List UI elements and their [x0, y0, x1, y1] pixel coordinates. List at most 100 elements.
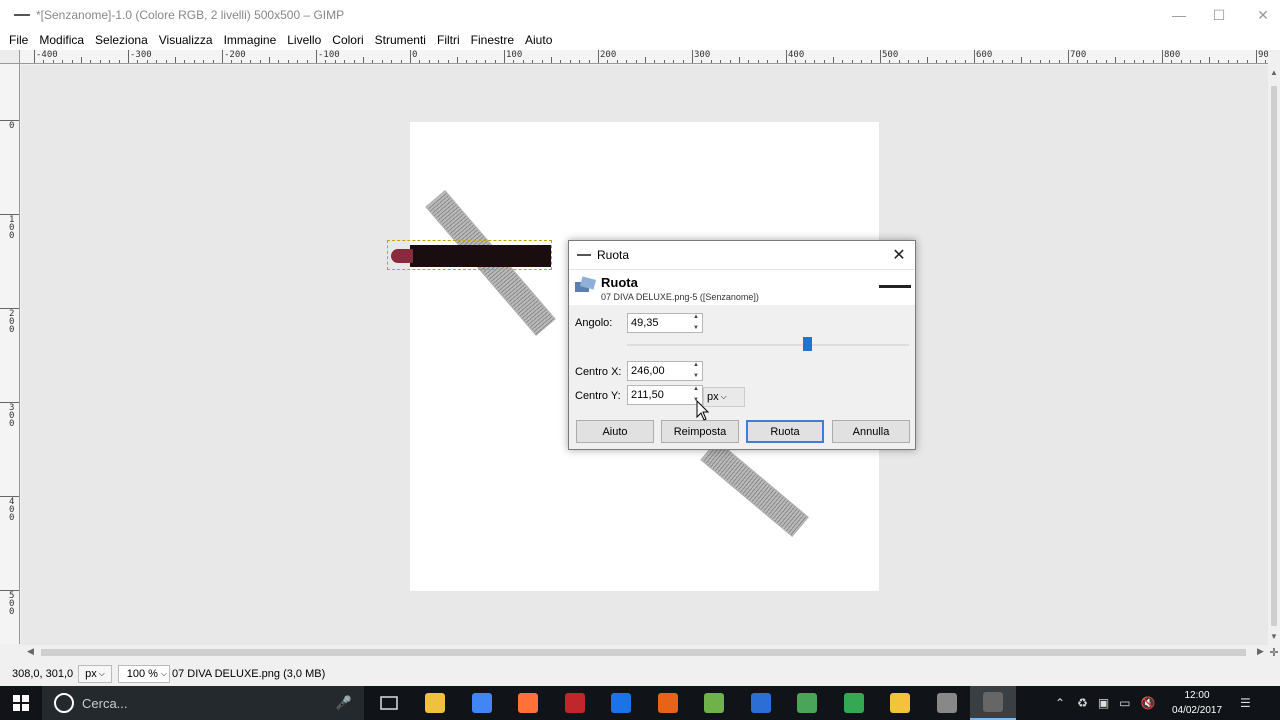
ruler-label: 500 — [9, 591, 15, 617]
maximize-button[interactable]: ☐ — [1196, 0, 1242, 30]
window-menu-icon[interactable] — [14, 14, 30, 16]
taskbar-app-gimp[interactable] — [970, 686, 1016, 720]
ruler-minor-tick — [814, 60, 816, 63]
scroll-right-icon[interactable]: ▶ — [1257, 646, 1264, 657]
angle-slider-handle[interactable] — [802, 337, 812, 351]
action-center-icon[interactable]: ☰ — [1240, 686, 1264, 720]
reset-button[interactable]: Reimposta — [661, 420, 739, 443]
microphone-icon[interactable]: 🎤 — [336, 695, 352, 711]
zoom-value: 100 % — [126, 668, 158, 680]
ruler-minor-tick — [851, 60, 853, 63]
menu-aiuto[interactable]: Aiuto — [525, 33, 552, 47]
ruler-minor-tick — [1265, 60, 1267, 63]
taskbar-search[interactable]: Cerca... 🎤 — [42, 686, 364, 720]
navigate-icon[interactable]: ✛ — [1268, 646, 1280, 659]
angle-stepper[interactable]: ▲ ▼ — [691, 313, 701, 333]
ruler-minor-tick — [306, 60, 308, 63]
taskbar-app-photoshop[interactable] — [738, 686, 784, 720]
ruler-minor-tick — [71, 60, 73, 63]
taskbar-app-filezilla[interactable] — [552, 686, 598, 720]
menu-visualizza[interactable]: Visualizza — [159, 33, 213, 47]
vertical-ruler[interactable]: 0 100 200 300 400 500 — [0, 64, 20, 644]
ruler-corner[interactable] — [0, 50, 20, 64]
horizontal-scroll-thumb[interactable] — [41, 649, 1246, 656]
taskbar-app-firefox[interactable] — [505, 686, 551, 720]
ruler-label: -400 — [36, 50, 58, 60]
rotate-button[interactable]: Ruota — [746, 420, 824, 443]
ruler-minor-tick — [654, 60, 656, 63]
help-button[interactable]: Aiuto — [576, 420, 654, 443]
dialog-menu-icon — [577, 254, 591, 256]
zoom-selector[interactable]: 100 % ⌵ — [118, 665, 170, 683]
scroll-up-icon[interactable]: ▲ — [1270, 68, 1278, 77]
ruler-tick — [316, 50, 317, 63]
angle-slider[interactable] — [627, 344, 909, 346]
taskbar-app-cat[interactable] — [924, 686, 970, 720]
chevron-up-icon[interactable]: ⌃ — [1055, 696, 1065, 710]
ruler-minor-tick — [118, 60, 120, 63]
ruler-minor-tick — [936, 60, 938, 63]
scroll-left-icon[interactable]: ◀ — [27, 646, 34, 657]
display-icon[interactable]: ▣ — [1098, 696, 1109, 710]
volume-icon[interactable]: 🔇 — [1141, 696, 1156, 710]
ruler-minor-tick — [1096, 60, 1098, 63]
dialog-title-bar[interactable]: Ruota ✕ — [569, 241, 915, 269]
ruler-minor-tick — [353, 60, 355, 63]
ruler-minor-tick — [927, 57, 928, 63]
menu-finestre[interactable]: Finestre — [471, 33, 514, 47]
ruler-tick — [222, 50, 223, 63]
center-x-stepper[interactable]: ▲ ▼ — [691, 361, 701, 381]
menu-filtri[interactable]: Filtri — [437, 33, 460, 47]
menu-strumenti[interactable]: Strumenti — [375, 33, 426, 47]
horizontal-scrollbar[interactable]: ◀ ▶ — [21, 646, 1268, 659]
menu-seleziona[interactable]: Seleziona — [95, 33, 148, 47]
menu-immagine[interactable]: Immagine — [224, 33, 277, 47]
ruler-label: 600 — [976, 50, 993, 60]
taskbar-app-notepad[interactable] — [691, 686, 737, 720]
ruler-minor-tick — [682, 60, 684, 63]
ruler-tick — [880, 50, 881, 63]
ruler-minor-tick — [1011, 60, 1013, 63]
ruler-minor-tick — [475, 60, 477, 63]
status-bar: 308,0, 301,0 px ⌵ 100 % ⌵ 07 DIVA DELUXE… — [0, 662, 1280, 686]
network-status-icon[interactable]: ♻ — [1077, 696, 1088, 710]
unit-selector[interactable]: px ⌵ — [78, 665, 112, 683]
ruler-minor-tick — [146, 60, 148, 63]
ruler-minor-tick — [635, 60, 637, 63]
vertical-scrollbar[interactable]: ▲ ▼ — [1268, 64, 1280, 644]
center-y-label: Centro Y: — [575, 390, 621, 402]
window-title: *[Senzanome]-1.0 (Colore RGB, 2 livelli)… — [36, 8, 345, 22]
scroll-down-icon[interactable]: ▼ — [1270, 632, 1278, 641]
vertical-scroll-thumb[interactable] — [1271, 86, 1277, 626]
taskbar-app-fire[interactable] — [645, 686, 691, 720]
ruler-minor-tick — [842, 60, 844, 63]
taskbar-app-folder[interactable] — [877, 686, 923, 720]
ruler-minor-tick — [1049, 60, 1051, 63]
unit-selector-value: px — [85, 668, 97, 680]
ruler-minor-tick — [494, 60, 496, 63]
menu-modifica[interactable]: Modifica — [39, 33, 84, 47]
ruler-tick — [504, 50, 505, 63]
menu-livello[interactable]: Livello — [287, 33, 321, 47]
cancel-button[interactable]: Annulla — [832, 420, 910, 443]
selected-layer[interactable] — [387, 240, 552, 270]
battery-icon[interactable]: ▭ — [1119, 696, 1130, 710]
task-view-button[interactable] — [366, 686, 412, 720]
ruler-minor-tick — [99, 60, 101, 63]
ruler-minor-tick — [1218, 60, 1220, 63]
ruler-minor-tick — [1209, 57, 1210, 63]
taskbar-app-file-explorer[interactable] — [412, 686, 458, 720]
close-button[interactable]: ✕ — [1240, 0, 1280, 30]
menu-colori[interactable]: Colori — [332, 33, 363, 47]
taskbar-app-dreamweaver[interactable] — [784, 686, 830, 720]
taskbar-clock[interactable]: 12:00 04/02/2017 — [1164, 688, 1230, 718]
taskbar-app-chrome[interactable] — [459, 686, 505, 720]
start-button[interactable] — [0, 686, 42, 720]
dialog-close-button[interactable]: ✕ — [889, 245, 909, 265]
menu-file[interactable]: File — [9, 33, 28, 47]
horizontal-ruler[interactable]: -400 -300 -200 -100 0 100 200 300 400 500 600 700 80… — [20, 50, 1268, 64]
taskbar-app-recycle[interactable] — [831, 686, 877, 720]
taskbar-app-pen[interactable] — [598, 686, 644, 720]
ruler-minor-tick — [1039, 60, 1041, 63]
taskbar-search-placeholder: Cerca... — [82, 695, 128, 711]
